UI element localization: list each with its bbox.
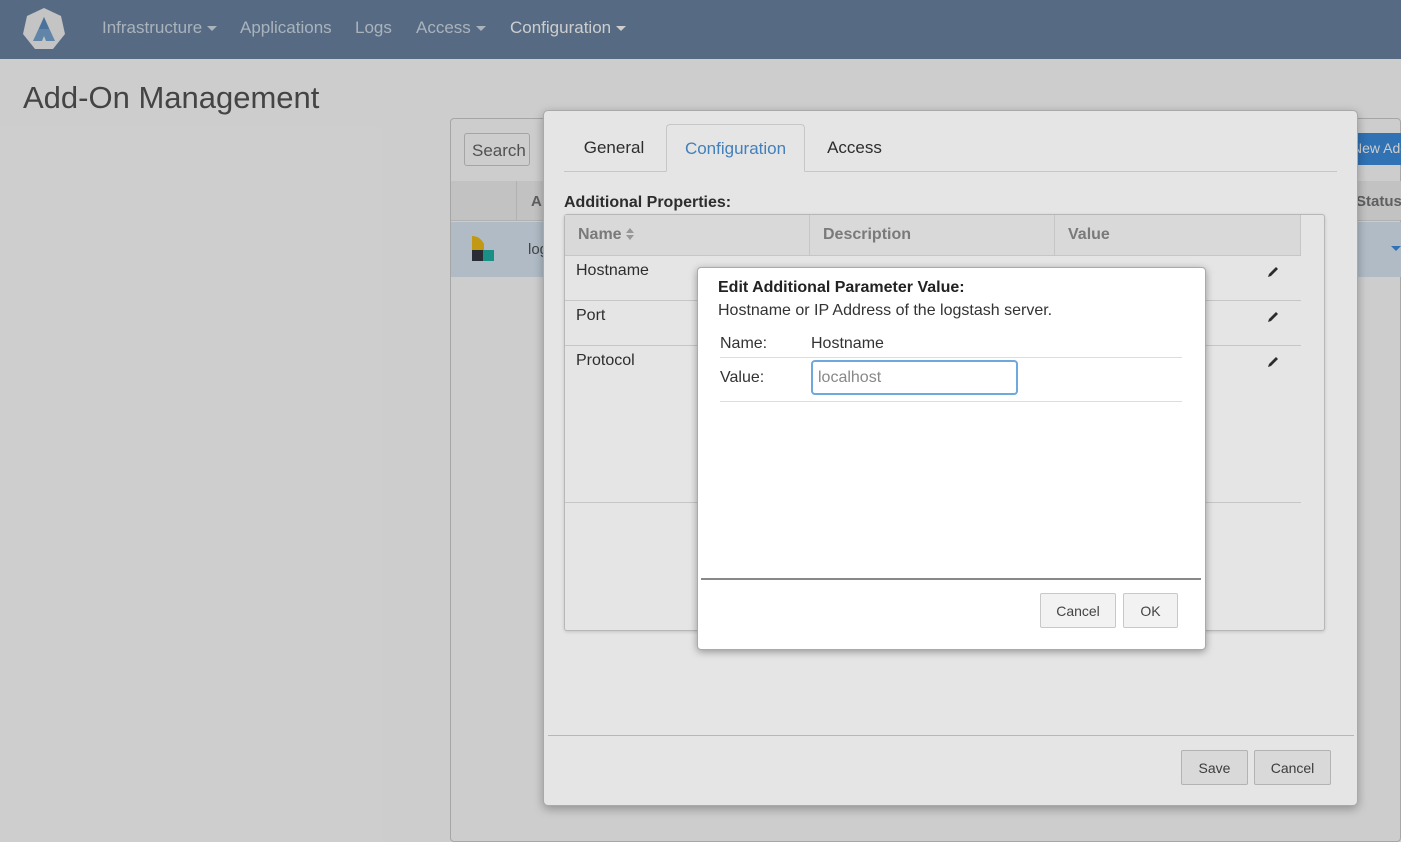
- value-input[interactable]: localhost: [811, 360, 1018, 395]
- value-label: Value:: [720, 369, 765, 386]
- dialog-description: Hostname or IP Address of the logstash s…: [718, 302, 1053, 319]
- name-label: Name:: [720, 335, 768, 352]
- dialog-ok-button[interactable]: OK: [1123, 593, 1178, 628]
- divider: [720, 357, 1182, 358]
- dialog-cancel-button[interactable]: Cancel: [1040, 593, 1116, 628]
- name-value: Hostname: [811, 335, 884, 352]
- dialog-footer-divider: [701, 578, 1201, 580]
- divider: [720, 401, 1182, 402]
- dialog-title: Edit Additional Parameter Value:: [718, 279, 965, 296]
